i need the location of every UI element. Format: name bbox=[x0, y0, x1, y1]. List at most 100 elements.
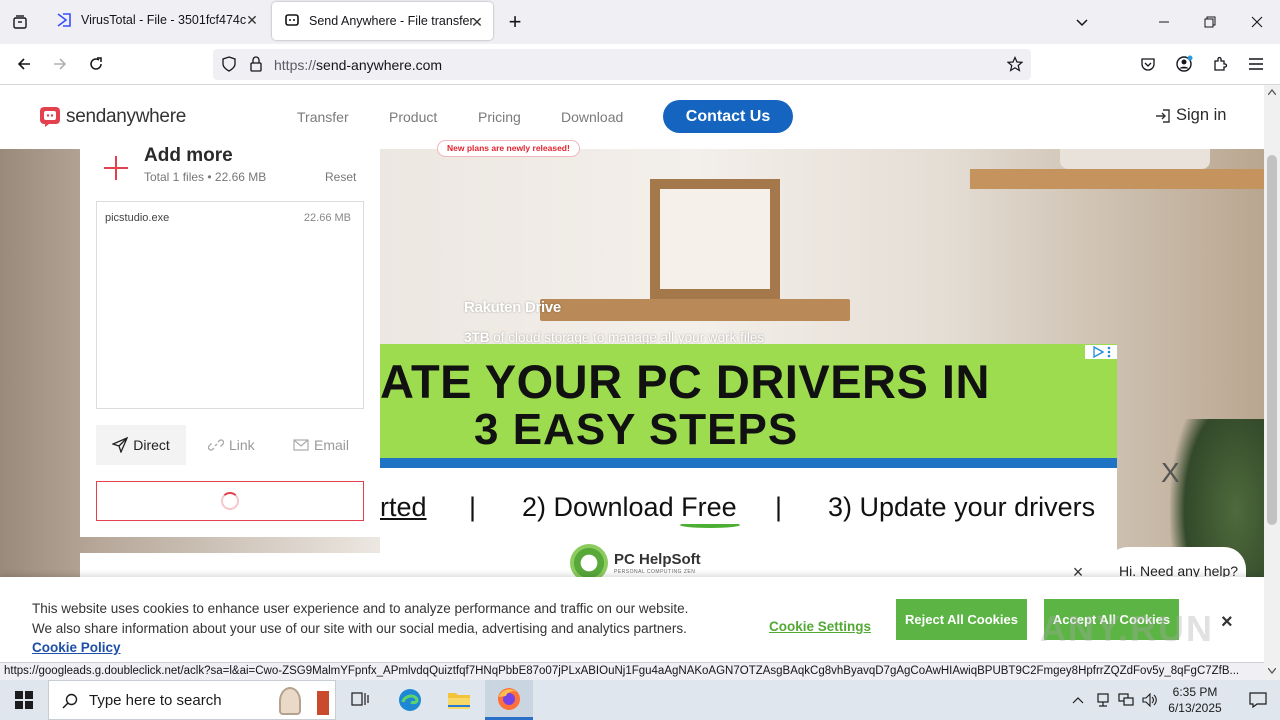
search-placeholder: Type here to search bbox=[89, 691, 222, 709]
envelope-icon bbox=[293, 439, 309, 451]
taskbar-search-box[interactable]: Type here to search bbox=[48, 680, 336, 720]
cookie-close-icon[interactable]: × bbox=[1221, 611, 1233, 634]
shield-icon[interactable] bbox=[221, 56, 237, 77]
ad-brand: PC HelpSoft bbox=[614, 551, 701, 568]
total-files-summary: Total 1 files • 22.66 MB bbox=[144, 170, 267, 184]
mode-label: Email bbox=[314, 437, 350, 453]
nav-transfer[interactable]: Transfer bbox=[297, 109, 349, 125]
ad-step2: 2) Download Free bbox=[522, 492, 737, 522]
loading-spinner-icon bbox=[221, 492, 239, 510]
windows-start-icon[interactable] bbox=[0, 680, 48, 720]
sendanywhere-logo[interactable]: sendanywhere bbox=[39, 106, 186, 128]
ad-headline-band: ATE YOUR PC DRIVERS IN 3 EASY STEPS bbox=[380, 344, 1117, 458]
mode-label: Direct bbox=[133, 437, 170, 453]
pocket-icon[interactable] bbox=[1136, 52, 1160, 76]
sign-in-link[interactable]: Sign in bbox=[1155, 106, 1226, 125]
url-bar[interactable]: https://send-anywhere.com bbox=[213, 49, 1031, 80]
taskbar-clock[interactable]: 6:35 PM 6/13/2025 bbox=[1160, 684, 1230, 716]
add-more-plus-icon[interactable] bbox=[102, 154, 130, 182]
ad-close-button[interactable]: X bbox=[1161, 457, 1180, 489]
search-highlight-illustration bbox=[275, 685, 333, 717]
url-text[interactable]: https://send-anywhere.com bbox=[274, 57, 442, 73]
mode-email-tab[interactable]: Email bbox=[293, 425, 349, 465]
ad-divider-bar bbox=[380, 458, 1117, 468]
tab-list-icon[interactable] bbox=[8, 10, 32, 34]
send-button-loading[interactable] bbox=[96, 481, 364, 521]
ad-brand-sub: PERSONAL COMPUTING ZEN bbox=[614, 569, 696, 575]
ad-separator: | bbox=[469, 492, 477, 522]
search-icon bbox=[62, 693, 78, 709]
network-icon[interactable] bbox=[1092, 680, 1114, 720]
new-tab-icon[interactable]: + bbox=[503, 9, 527, 34]
cookie-settings-button[interactable]: Cookie Settings bbox=[769, 619, 871, 634]
ad-swoosh-underline bbox=[680, 522, 740, 528]
ad-headline-line2: 3 EASY STEPS bbox=[474, 405, 799, 454]
task-view-icon[interactable] bbox=[336, 680, 384, 720]
volume-icon[interactable] bbox=[1139, 680, 1161, 720]
sign-in-icon bbox=[1156, 108, 1170, 123]
status-link-url: https://googleads.g.doubleclick.net/aclk… bbox=[0, 662, 1264, 680]
new-plans-badge[interactable]: New plans are newly released! bbox=[437, 140, 580, 157]
site-header: sendanywhere Transfer Product Pricing Do… bbox=[0, 85, 1264, 149]
reset-button[interactable]: Reset bbox=[325, 170, 356, 184]
tab-overflow-chevron-icon[interactable] bbox=[1070, 10, 1094, 34]
ethernet-icon[interactable] bbox=[1115, 680, 1137, 720]
tab-send-anywhere[interactable]: Send Anywhere - File transfer ✕ bbox=[272, 2, 493, 40]
back-arrow-icon[interactable] bbox=[12, 52, 36, 76]
tab-label: VirusTotal - File - 3501fcf474cc8 bbox=[81, 13, 246, 27]
notification-center-icon[interactable] bbox=[1236, 680, 1280, 720]
minimize-icon[interactable] bbox=[1152, 10, 1176, 34]
close-window-icon[interactable] bbox=[1245, 10, 1269, 34]
close-tab-icon[interactable]: ✕ bbox=[244, 12, 260, 28]
nav-product[interactable]: Product bbox=[389, 109, 437, 125]
show-hidden-icons-chevron[interactable] bbox=[1066, 680, 1090, 720]
file-size: 22.66 MB bbox=[303, 212, 351, 224]
reload-icon[interactable] bbox=[84, 52, 108, 76]
file-name: picstudio.exe bbox=[105, 212, 170, 224]
anyrun-watermark: ANY.RUN bbox=[1040, 608, 1215, 649]
url-host: send-anywhere.com bbox=[316, 57, 443, 73]
mode-label: Link bbox=[229, 437, 255, 453]
driver-ad-banner[interactable]: ATE YOUR PC DRIVERS IN 3 EASY STEPS rted… bbox=[380, 344, 1117, 604]
nav-download[interactable]: Download bbox=[561, 109, 623, 125]
browser-tab-bar: VirusTotal - File - 3501fcf474cc8 ✕ Send… bbox=[0, 0, 1280, 44]
lock-icon[interactable] bbox=[249, 56, 263, 77]
menu-hamburger-icon[interactable] bbox=[1244, 52, 1268, 76]
nav-pricing[interactable]: Pricing bbox=[478, 109, 521, 125]
file-explorer-icon[interactable] bbox=[435, 680, 483, 720]
restore-icon[interactable] bbox=[1198, 10, 1222, 34]
page-scrollbar[interactable] bbox=[1264, 85, 1280, 662]
reject-all-cookies-button[interactable]: Reject All Cookies bbox=[896, 599, 1027, 640]
ad-step3: 3) Update your drivers bbox=[828, 492, 1096, 522]
contact-us-button[interactable]: Contact Us bbox=[663, 100, 793, 133]
adchoices-icon[interactable] bbox=[1085, 345, 1117, 359]
scroll-down-arrow-icon[interactable] bbox=[1268, 668, 1276, 674]
account-icon[interactable] bbox=[1172, 52, 1196, 76]
url-protocol: https:// bbox=[274, 57, 317, 73]
logo-text: sendanywhere bbox=[66, 106, 186, 127]
paper-plane-icon bbox=[112, 437, 129, 453]
scroll-thumb[interactable] bbox=[1267, 155, 1277, 525]
bookmark-star-icon[interactable] bbox=[1006, 56, 1024, 77]
scroll-corner bbox=[1264, 662, 1280, 680]
mode-link-tab[interactable]: Link bbox=[208, 425, 255, 465]
scroll-up-arrow-icon[interactable] bbox=[1268, 89, 1276, 95]
link-icon bbox=[208, 439, 224, 451]
clock-time: 6:35 PM bbox=[1172, 685, 1218, 699]
mode-direct-tab[interactable]: Direct bbox=[96, 425, 186, 465]
edge-browser-icon[interactable] bbox=[386, 680, 434, 720]
extensions-icon[interactable] bbox=[1208, 52, 1232, 76]
promo-bold: 3TB bbox=[464, 330, 490, 345]
file-list: picstudio.exe 22.66 MB bbox=[96, 201, 364, 409]
close-tab-icon[interactable]: ✕ bbox=[469, 14, 485, 30]
wooden-shelf-decor bbox=[540, 299, 850, 321]
picture-frame-decor bbox=[650, 179, 780, 299]
rakuten-drive-logo: Rakuten Drive bbox=[464, 299, 561, 316]
tab-virustotal[interactable]: VirusTotal - File - 3501fcf474cc8 ✕ bbox=[44, 0, 268, 40]
virustotal-icon bbox=[56, 12, 72, 28]
firefox-icon[interactable] bbox=[485, 680, 533, 720]
cookie-policy-link[interactable]: Cookie Policy bbox=[32, 640, 121, 655]
add-more-title[interactable]: Add more bbox=[144, 145, 233, 167]
cookie-message: This website uses cookies to enhance use… bbox=[32, 599, 702, 658]
browser-nav-bar: https://send-anywhere.com bbox=[0, 44, 1280, 85]
